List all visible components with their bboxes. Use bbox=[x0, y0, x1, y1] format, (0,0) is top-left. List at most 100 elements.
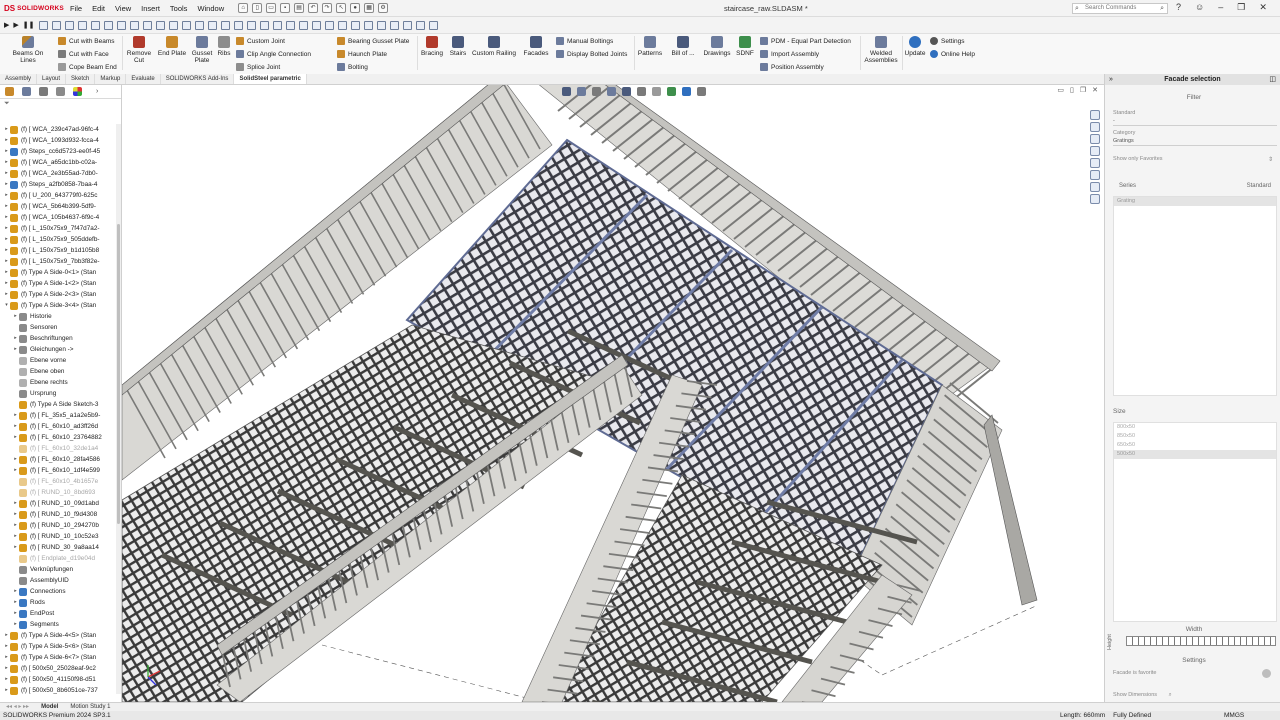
tree-item[interactable]: ▸ (f) [ WCA_5b64b399-5df9- bbox=[0, 201, 116, 212]
viewport-tile-icon[interactable]: ▯ bbox=[1070, 86, 1074, 94]
tree-expand-icon[interactable]: ▸ bbox=[12, 410, 19, 421]
tree-item[interactable]: Sensoren bbox=[0, 322, 116, 333]
facade-task-icon[interactable] bbox=[1090, 194, 1100, 204]
cut-with-beams-button[interactable]: Cut with Beams bbox=[58, 37, 115, 45]
select-mode-icon[interactable] bbox=[38, 20, 48, 30]
tree-item[interactable]: ▸ (f) [ L_150x75x9_7f47d7a2- bbox=[0, 223, 116, 234]
user-icon[interactable]: ☺ bbox=[1195, 2, 1204, 13]
instant3d-icon[interactable] bbox=[402, 20, 412, 30]
tab-layout[interactable]: Layout bbox=[37, 74, 67, 84]
tree-item[interactable]: ▸ Gleichungen -> bbox=[0, 344, 116, 355]
zoom-area-icon[interactable] bbox=[233, 20, 243, 30]
tree-expand-icon[interactable]: ▸ bbox=[12, 586, 19, 597]
menu-edit[interactable]: Edit bbox=[92, 4, 105, 13]
pin-icon[interactable]: » bbox=[1109, 74, 1113, 85]
tree-item[interactable]: ▸ (f) [ FL_60x10_23764882 bbox=[0, 432, 116, 443]
menu-window[interactable]: Window bbox=[197, 4, 224, 13]
manual-boltings-button[interactable]: Manual Boltings bbox=[556, 37, 613, 45]
tree-item[interactable]: ▸ (f) Type A Side-1<2> (Stan bbox=[0, 278, 116, 289]
move-component-icon[interactable] bbox=[350, 20, 360, 30]
view-front-icon[interactable] bbox=[142, 20, 152, 30]
reference-geometry-icon[interactable] bbox=[415, 20, 425, 30]
tree-item[interactable]: ▸ (f) [ L_150x75x9_b1d105b8 bbox=[0, 245, 116, 256]
home-icon[interactable]: ⌂ bbox=[238, 3, 249, 13]
tree-item[interactable]: Ursprung bbox=[0, 388, 116, 399]
view-palette-icon[interactable] bbox=[1090, 146, 1100, 156]
tab-solidsteel-parametric[interactable]: SolidSteel parametric bbox=[234, 74, 307, 84]
tree-expand-icon[interactable]: ▸ bbox=[3, 256, 10, 267]
open-icon[interactable]: ▭ bbox=[266, 3, 277, 13]
size-item-selected[interactable]: 500x50 bbox=[1114, 450, 1276, 459]
apply-scene-icon[interactable] bbox=[682, 87, 691, 96]
tree-expand-icon[interactable]: ▸ bbox=[3, 652, 10, 663]
tree-expand-icon[interactable]: ▸ bbox=[12, 454, 19, 465]
gusset-plate-button[interactable]: Gusset Plate bbox=[189, 36, 215, 64]
design-library-icon[interactable] bbox=[1090, 122, 1100, 132]
tree-item[interactable]: ▸ (f) [ L_150x75x9_505ddefb- bbox=[0, 234, 116, 245]
splice-joint-button[interactable]: Splice Joint bbox=[236, 63, 280, 71]
tree-expand-icon[interactable]: ▸ bbox=[3, 267, 10, 278]
edit-appearance-icon[interactable] bbox=[667, 87, 676, 96]
pan-icon[interactable] bbox=[259, 20, 269, 30]
tree-item[interactable]: ▸ (f) Steps_cc6d5723-ee0f-45 bbox=[0, 146, 116, 157]
restore-icon[interactable]: ❐ bbox=[1237, 2, 1245, 13]
select-icon[interactable]: ↖ bbox=[336, 3, 347, 13]
menu-view[interactable]: View bbox=[115, 4, 131, 13]
tree-item[interactable]: ▸ (f) [ WCA_105b4637-6f9c-4 bbox=[0, 212, 116, 223]
sketch-icon[interactable] bbox=[64, 20, 74, 30]
property-manager-icon[interactable] bbox=[22, 87, 31, 96]
tree-item[interactable]: ▸ EndPost bbox=[0, 608, 116, 619]
undo-icon[interactable]: ↶ bbox=[308, 3, 319, 13]
file-properties-icon[interactable]: ▦ bbox=[364, 3, 375, 13]
tree-scrollbar[interactable] bbox=[116, 124, 121, 694]
tree-expand-icon[interactable]: ▸ bbox=[12, 498, 19, 509]
tree-expand-icon[interactable]: ▸ bbox=[3, 212, 10, 223]
tree-item[interactable]: ▸ (f) [ FL_35x5_a1a2e5b9- bbox=[0, 410, 116, 421]
tree-expand-icon[interactable]: ▸ bbox=[3, 201, 10, 212]
expand-arrow-icon[interactable]: ▶ bbox=[4, 21, 9, 29]
box-select-icon[interactable] bbox=[129, 20, 139, 30]
tree-expand-icon[interactable]: ▸ bbox=[12, 597, 19, 608]
dimensions-search-icon[interactable]: ⌕ bbox=[1169, 692, 1172, 698]
appearances-icon[interactable] bbox=[1090, 158, 1100, 168]
file-explorer-icon[interactable] bbox=[1090, 134, 1100, 144]
previous-view-icon[interactable] bbox=[592, 87, 601, 96]
scene-icon[interactable] bbox=[311, 20, 321, 30]
tree-expand-icon[interactable]: ▸ bbox=[3, 641, 10, 652]
tree-expand-icon[interactable]: ▸ bbox=[12, 344, 19, 355]
mate-icon[interactable] bbox=[337, 20, 347, 30]
zoom-fit-icon[interactable] bbox=[220, 20, 230, 30]
pause-icon[interactable]: ❚❚ bbox=[23, 21, 35, 29]
view-settings-hud-icon[interactable] bbox=[697, 87, 706, 96]
tree-expand-icon[interactable]: ▸ bbox=[12, 619, 19, 630]
solidsteel-icon[interactable] bbox=[1090, 182, 1100, 192]
tree-item[interactable]: ▸ (f) [ RUND_10_10c52e3 bbox=[0, 531, 116, 542]
tree-item[interactable]: ▸ (f) Type A Side-2<3> (Stan bbox=[0, 289, 116, 300]
bolting-button[interactable]: Bolting bbox=[337, 63, 368, 71]
tree-expand-icon[interactable]: ▸ bbox=[3, 223, 10, 234]
display-style-hud-icon[interactable] bbox=[637, 87, 646, 96]
settings-button[interactable]: Settings bbox=[930, 37, 965, 45]
search-commands-input[interactable]: ⌕ Search Commands ⌕ bbox=[1072, 3, 1168, 14]
tree-expand-icon[interactable]: ▾ bbox=[3, 300, 10, 311]
tree-item[interactable]: Ebene vorne bbox=[0, 355, 116, 366]
tree-item[interactable]: ▸ Segments bbox=[0, 619, 116, 630]
tree-expand-icon[interactable]: ▸ bbox=[12, 311, 19, 322]
tree-expand-icon[interactable]: ▸ bbox=[3, 674, 10, 685]
section-view-icon[interactable] bbox=[207, 20, 217, 30]
end-plate-button[interactable]: End Plate bbox=[156, 36, 188, 57]
size-item[interactable]: 850x50 bbox=[1114, 432, 1276, 441]
welded-assemblies-button[interactable]: Welded Assemblies bbox=[862, 36, 900, 64]
beams-on-lines-button[interactable]: Beams On Lines bbox=[4, 36, 52, 64]
menu-tools[interactable]: Tools bbox=[170, 4, 188, 13]
tree-expand-icon[interactable]: ▸ bbox=[3, 685, 10, 696]
feature-manager-icon[interactable] bbox=[5, 87, 14, 96]
tree-scroll-thumb[interactable] bbox=[117, 224, 120, 524]
filter-vertices-icon[interactable] bbox=[103, 20, 113, 30]
width-height-ruler[interactable] bbox=[1126, 636, 1276, 646]
tree-expand-icon[interactable]: ▸ bbox=[3, 245, 10, 256]
size-item[interactable]: 800x50 bbox=[1114, 423, 1276, 432]
zoom-to-area-icon[interactable] bbox=[577, 87, 586, 96]
remove-cut-button[interactable]: Remove Cut bbox=[124, 36, 154, 64]
facade-is-favorite-toggle[interactable]: Facade is favorite bbox=[1113, 669, 1277, 678]
